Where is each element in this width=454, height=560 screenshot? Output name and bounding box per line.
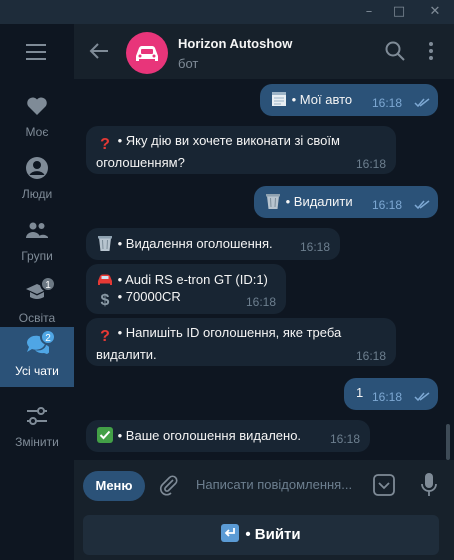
folder-item-mine[interactable]: Моє <box>0 88 74 148</box>
minimize-icon[interactable]: – <box>354 0 384 24</box>
question-emoji-icon: ? <box>100 136 110 153</box>
unread-badge: 2 <box>40 329 56 345</box>
message-text: • Мої авто <box>291 92 353 107</box>
outgoing-message[interactable]: • Видалити 16:18 <box>254 186 438 218</box>
folder-item-edit[interactable]: Змінити <box>0 398 74 458</box>
notepad-emoji-icon <box>272 92 286 106</box>
wastebasket-emoji-icon <box>266 194 280 209</box>
question-emoji-icon: ? <box>100 328 110 345</box>
heart-icon <box>27 97 47 115</box>
message-list[interactable]: • Мої авто 16:18 ? • Яку дію ви хочете в… <box>74 80 454 460</box>
bot-menu-button[interactable]: Меню <box>83 471 145 501</box>
microphone-icon[interactable] <box>420 472 438 498</box>
message-time: 16:18 <box>356 157 387 171</box>
chat-subtitle: бот <box>178 56 199 71</box>
sliders-icon <box>27 407 47 425</box>
read-checkmarks-icon <box>414 98 430 108</box>
incoming-message[interactable]: ? • Напишіть ID оголошення, яке треба ви… <box>86 318 396 366</box>
maximize-icon[interactable]: □ <box>384 0 414 24</box>
dollar-emoji-icon: $ <box>100 292 110 309</box>
wastebasket-emoji-icon <box>98 236 112 251</box>
reply-keyboard: • Вийти <box>74 512 454 560</box>
folder-item-education[interactable]: 1 Освіта <box>0 274 74 334</box>
folders-sidebar: Моє Люди Групи 1 Освіта 2 Усі чати Зміни… <box>0 24 74 560</box>
outgoing-message[interactable]: • Мої авто 16:18 <box>260 84 438 116</box>
car-emoji-icon <box>98 274 112 285</box>
folder-label: Моє <box>25 125 49 139</box>
incoming-message[interactable]: • Видалення оголошення. 16:18 <box>86 228 340 260</box>
message-input[interactable]: Написати повідомлення... <box>196 477 352 492</box>
message-text-line: • 70000CR <box>117 289 181 304</box>
exit-button-label: • Вийти <box>245 526 301 543</box>
read-checkmarks-icon <box>414 200 430 210</box>
message-time: 16:18 <box>372 390 403 404</box>
back-arrow-icon[interactable] <box>88 40 110 62</box>
message-text-line: оголошенням? <box>96 155 185 170</box>
message-text: • Видалити <box>285 194 353 209</box>
incoming-message[interactable]: • Audi RS e-tron GT (ID:1) $ • 70000CR 1… <box>86 264 286 314</box>
close-icon[interactable]: ✕ <box>420 0 450 24</box>
message-text-line: • Напишіть ID оголошення, яке треба <box>117 325 342 340</box>
chat-title[interactable]: Horizon Autoshow <box>178 36 292 51</box>
folder-label: Усі чати <box>15 364 59 378</box>
chat-header: Horizon Autoshow бот <box>74 24 454 80</box>
folder-label: Люди <box>21 187 53 201</box>
window-titlebar: – □ ✕ <box>0 0 454 24</box>
read-checkmarks-icon <box>414 392 430 402</box>
more-options-icon[interactable] <box>420 40 442 62</box>
return-arrow-emoji-icon <box>221 524 240 542</box>
check-mark-emoji-icon <box>97 427 113 443</box>
message-time: 16:18 <box>372 198 403 212</box>
person-icon <box>26 157 48 179</box>
folder-item-people[interactable]: Люди <box>0 150 74 210</box>
folder-item-all-chats[interactable]: 2 Усі чати <box>0 327 74 387</box>
group-icon <box>26 222 48 238</box>
message-text: 1 <box>356 385 364 400</box>
message-time: 16:18 <box>372 96 403 110</box>
folder-label: Освіта <box>18 311 56 325</box>
message-text-line: видалити. <box>96 347 157 362</box>
message-text: • Ваше оголошення видалено. <box>117 428 302 443</box>
avatar[interactable] <box>126 32 168 74</box>
folder-item-groups[interactable]: Групи <box>0 212 74 272</box>
paperclip-icon[interactable] <box>158 474 180 496</box>
outgoing-message[interactable]: 1 16:18 <box>344 378 438 410</box>
hamburger-menu-icon[interactable] <box>26 44 48 60</box>
incoming-message[interactable]: ? • Яку дію ви хочете виконати зі своїм … <box>86 126 396 174</box>
message-text-line: • Audi RS e-tron GT (ID:1) <box>117 272 268 287</box>
incoming-message[interactable]: • Ваше оголошення видалено. 16:18 <box>86 420 370 452</box>
unread-badge: 1 <box>40 276 56 292</box>
folder-label: Змінити <box>15 435 59 449</box>
message-scrollbar[interactable] <box>446 424 450 460</box>
message-composer: Меню Написати повідомлення... <box>74 460 454 512</box>
message-time: 16:18 <box>330 432 361 446</box>
search-icon[interactable] <box>384 40 406 62</box>
exit-button[interactable]: • Вийти <box>83 515 439 555</box>
car-icon <box>136 46 158 61</box>
message-time: 16:18 <box>356 349 387 363</box>
message-time: 16:18 <box>300 240 331 254</box>
keyboard-toggle-icon[interactable] <box>372 473 396 497</box>
folder-label: Групи <box>21 249 53 263</box>
message-text: • Видалення оголошення. <box>117 236 273 251</box>
message-text-line: • Яку дію ви хочете виконати зі своїм <box>117 133 340 148</box>
message-time: 16:18 <box>246 295 277 309</box>
